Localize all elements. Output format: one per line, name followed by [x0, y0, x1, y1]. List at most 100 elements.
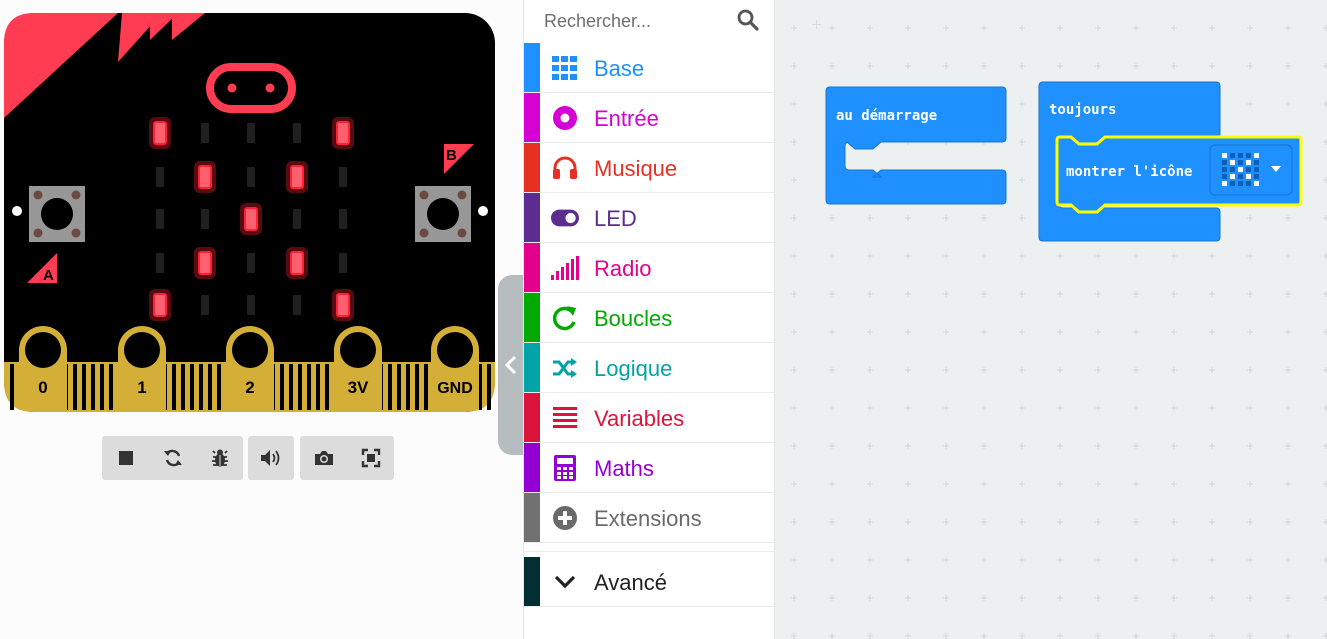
forever-label: toujours: [1049, 102, 1116, 118]
category-entree[interactable]: Entrée: [524, 93, 774, 143]
on-start-block[interactable]: au démarrage: [825, 86, 1007, 205]
icon-pixel-on: [1222, 181, 1227, 186]
icon-pixel-off: [1222, 167, 1227, 172]
on-start-label: au démarrage: [836, 108, 937, 124]
simulator-controls: [102, 436, 243, 480]
led-on: [336, 293, 350, 317]
toggle-icon: [551, 205, 579, 231]
blocks-workspace[interactable]: au démarrage toujours montrer l'icône: [775, 0, 1327, 639]
icon-pixel-off: [1238, 181, 1243, 186]
led-off: [156, 253, 164, 273]
restart-icon[interactable]: [149, 436, 196, 480]
icon-pixel-on: [1254, 181, 1259, 186]
pin-hole: [124, 332, 160, 368]
category-base[interactable]: Base: [524, 43, 774, 93]
category-radio[interactable]: Radio: [524, 243, 774, 293]
grid-icon: [551, 55, 579, 81]
category-maths[interactable]: Maths: [524, 443, 774, 493]
pin-hole: [25, 332, 61, 368]
icon-pixel-on: [1254, 153, 1259, 158]
category-logique[interactable]: Logique: [524, 343, 774, 393]
pin-label: 1: [137, 378, 146, 397]
button-b-label: B: [446, 147, 457, 164]
led-off: [293, 123, 301, 143]
plus-circle-icon: [551, 505, 579, 531]
icon-dropdown[interactable]: [1209, 144, 1293, 196]
icon-pixel-on: [1230, 174, 1235, 179]
category-label: LED: [594, 206, 637, 231]
category-label: Avancé: [594, 570, 667, 595]
category-label: Logique: [594, 356, 673, 381]
collapse-simulator-button[interactable]: [498, 275, 524, 455]
icon-pixel-off: [1246, 153, 1251, 158]
led-off: [247, 167, 255, 187]
category-label: Extensions: [594, 506, 702, 531]
screenshot-icon[interactable]: [300, 436, 347, 480]
icon-pixel-on: [1238, 167, 1243, 172]
toolbox: Base Entrée Musique LED Radio: [523, 0, 775, 639]
led-off: [339, 253, 347, 273]
blocks-canvas: au démarrage toujours montrer l'icône: [825, 81, 1303, 242]
loop-icon: [551, 305, 579, 331]
category-label: Boucles: [594, 306, 673, 331]
icon-pixel-on: [1222, 153, 1227, 158]
show-icon-block[interactable]: montrer l'icône: [1055, 135, 1303, 214]
icon-pixel-off: [1222, 160, 1227, 165]
led-on: [153, 293, 167, 317]
debug-icon[interactable]: [196, 436, 243, 480]
input-icon: [551, 105, 579, 131]
led-on: [244, 207, 258, 231]
category-label: Entrée: [594, 106, 659, 131]
button-b[interactable]: [415, 186, 471, 242]
icon-pixel-off: [1238, 153, 1243, 158]
category-musique[interactable]: Musique: [524, 143, 774, 193]
search-box: [524, 0, 774, 42]
capture-controls: [300, 436, 394, 480]
pin-label: 0: [38, 378, 47, 397]
pin-hole: [232, 332, 268, 368]
pin-hole: [340, 332, 376, 368]
icon-pixel-off: [1254, 167, 1259, 172]
chevron-left-icon: [504, 355, 517, 375]
category-boucles[interactable]: Boucles: [524, 293, 774, 343]
category-label: Maths: [594, 456, 654, 481]
icon-pixel-off: [1254, 160, 1259, 165]
led-off: [293, 209, 301, 229]
category-label: Radio: [594, 256, 652, 281]
chevron-down-icon: [551, 569, 579, 595]
led-off: [156, 167, 164, 187]
icon-pixel-off: [1230, 153, 1235, 158]
pin-label: 2: [245, 378, 254, 397]
icon-pixel-off: [1238, 174, 1243, 179]
category-extensions[interactable]: Extensions: [524, 493, 774, 543]
icon-pixel-off: [1238, 160, 1243, 165]
category-variables[interactable]: Variables: [524, 393, 774, 443]
led-off: [293, 295, 301, 315]
led-on: [336, 121, 350, 145]
fullscreen-icon[interactable]: [347, 436, 394, 480]
led-off: [247, 123, 255, 143]
icon-pixel-on: [1230, 160, 1235, 165]
search-icon[interactable]: [736, 8, 760, 32]
category-label: Musique: [594, 156, 678, 181]
led-on: [153, 121, 167, 145]
led-on: [290, 251, 304, 275]
led-on: [290, 165, 304, 189]
button-a-label: A: [43, 267, 54, 284]
icon-pixel-on: [1246, 174, 1251, 179]
icon-pixel-on: [1246, 160, 1251, 165]
icon-pixel-off: [1246, 167, 1251, 172]
calculator-icon: [551, 455, 579, 481]
led-off: [201, 209, 209, 229]
button-a[interactable]: [29, 186, 85, 242]
led-off: [339, 209, 347, 229]
category-advanced[interactable]: Avancé: [524, 557, 774, 607]
category-led[interactable]: LED: [524, 193, 774, 243]
microbit-board: A B 0 1 2 3V GND: [4, 13, 495, 412]
sound-icon[interactable]: [248, 436, 294, 480]
category-label: Base: [594, 56, 645, 81]
pin-label: 3V: [348, 378, 369, 397]
show-icon-label: montrer l'icône: [1066, 164, 1192, 180]
led-off: [156, 209, 164, 229]
stop-icon[interactable]: [102, 436, 149, 480]
